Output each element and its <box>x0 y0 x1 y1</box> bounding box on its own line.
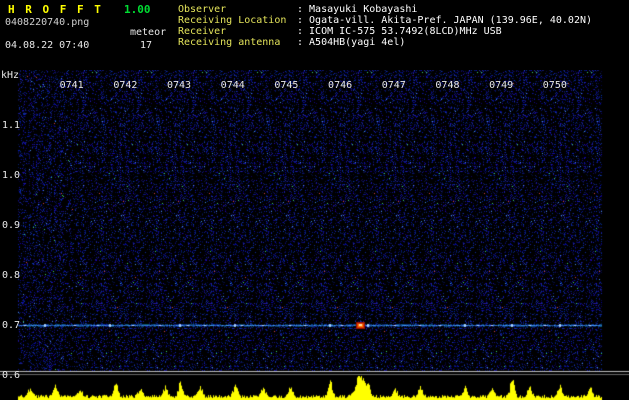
datetime-label: 04.08.22 07:40 <box>5 40 90 51</box>
info-panel: Observer : Masayuki Kobayashi Receiving … <box>178 4 592 48</box>
echo-count: 17 <box>140 40 153 51</box>
info-row-antenna: Receiving antenna : A504HB(yagi 4el) <box>178 37 592 48</box>
mode-label: meteor <box>130 27 167 38</box>
info-value: : A504HB(yagi 4el) <box>297 37 406 48</box>
info-label: Observer <box>178 4 227 15</box>
info-value: : ICOM IC-575 53.7492(8LCD)MHz USB <box>297 26 502 37</box>
info-value: : Ogata-vill. Akita-Pref. JAPAN (139.96E… <box>297 15 593 26</box>
info-row-location: Receiving Location : Ogata-vill. Akita-P… <box>178 15 592 26</box>
info-label: Receiver <box>178 26 227 37</box>
spectrogram-canvas <box>0 70 629 400</box>
info-row-receiver: Receiver : ICOM IC-575 53.7492(8LCD)MHz … <box>178 26 592 37</box>
info-row-observer: Observer : Masayuki Kobayashi <box>178 4 592 15</box>
output-filename: 0408220740.png <box>5 17 90 28</box>
hrofft-screen: H R O F F T 1.00 0408220740.png meteor 0… <box>0 0 629 400</box>
info-value: : Masayuki Kobayashi <box>297 4 418 15</box>
app-title: H R O F F T <box>8 3 103 16</box>
app-version: 1.00 <box>124 3 151 16</box>
info-label: Receiving antenna <box>178 37 281 48</box>
info-label: Receiving Location <box>178 15 287 26</box>
